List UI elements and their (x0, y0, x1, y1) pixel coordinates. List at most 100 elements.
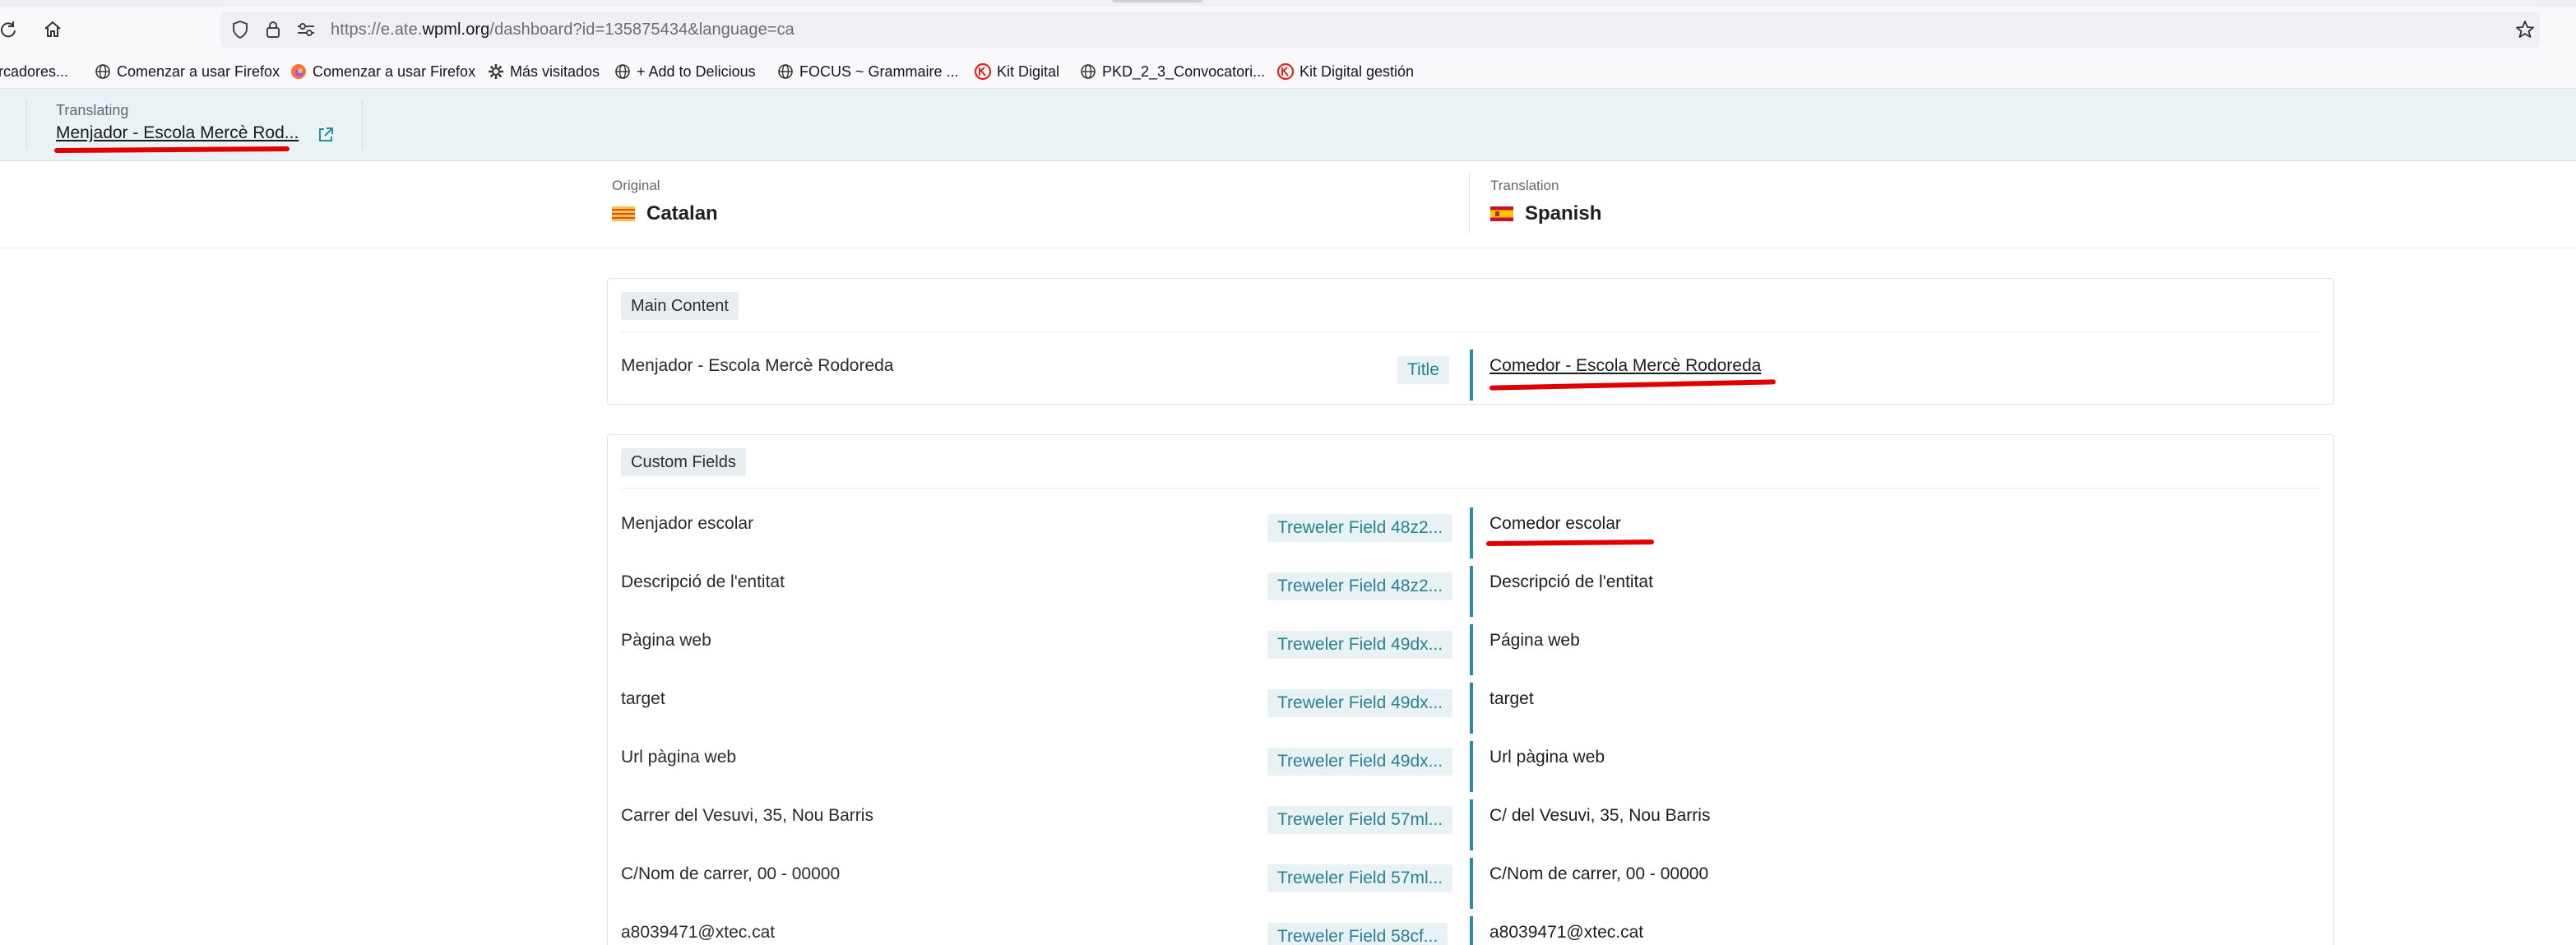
translation-header: Translating Menjador - Escola Mercè Rod.… (0, 89, 2576, 161)
address-bar[interactable]: https://e.ate.wpml.org/dashboard?id=1358… (220, 12, 2540, 48)
catalan-flag-icon (612, 206, 635, 221)
translation-language-name-row: Spanish (1490, 202, 1601, 225)
segment-bar (1470, 566, 1473, 617)
kit-digital-icon (1276, 63, 1295, 81)
target-text[interactable]: Comedor - Escola Mercè Rodoreda (1490, 356, 1761, 376)
segment-bar (1470, 799, 1473, 850)
source-text: Descripció de l'entitat (621, 572, 785, 591)
source-text: Pàgina web (621, 631, 711, 650)
bookmark-item[interactable]: Comenzar a usar Firefox (290, 61, 475, 82)
bookmark-item[interactable]: arcadores... (0, 61, 68, 82)
target-text[interactable]: Comedor escolar (1490, 514, 1621, 534)
red-annotation-underline (1485, 539, 1655, 547)
target-text[interactable]: Url pàgina web (1490, 748, 1605, 767)
reload-icon[interactable] (0, 15, 23, 44)
section-title: Custom Fields (621, 448, 746, 476)
segment-bar (1470, 507, 1473, 558)
browser-toolbar: https://e.ate.wpml.org/dashboard?id=1358… (0, 7, 2576, 53)
browser-tab-strip (0, 0, 2576, 7)
field-type-tag: Title (1397, 356, 1449, 384)
field-type-tag: Treweler Field 49dx... (1267, 689, 1453, 717)
translation-row: a8039471@xtec.cat Treweler Field 58cf...… (608, 916, 2335, 945)
permissions-icon[interactable] (294, 18, 317, 41)
segment-bar (1470, 741, 1473, 792)
source-text: Menjador - Escola Mercè Rodoreda (621, 356, 894, 375)
segment-bar (1470, 350, 1473, 401)
language-divider (1469, 173, 1470, 234)
bookmark-item[interactable]: Kit Digital gestión (1276, 61, 1414, 82)
globe-icon (1079, 63, 1097, 81)
tracking-shield-icon[interactable] (229, 18, 252, 41)
target-text[interactable]: C/Nom de carrer, 00 - 00000 (1490, 864, 1708, 884)
field-type-tag: Treweler Field 57ml... (1267, 864, 1453, 892)
field-type-tag: Treweler Field 49dx... (1267, 748, 1453, 776)
custom-fields-section: Custom Fields Menjador escolar Treweler … (607, 434, 2334, 945)
document-title[interactable]: Menjador - Escola Mercè Rod... (56, 123, 299, 143)
bookmark-item[interactable]: Más visitados (487, 61, 600, 82)
target-text[interactable]: target (1490, 689, 1534, 709)
segment-bar (1470, 916, 1473, 945)
bookmark-star-icon[interactable] (2510, 15, 2540, 44)
header-divider (362, 100, 363, 150)
target-text[interactable]: Descripció de l'entitat (1490, 572, 1653, 592)
language-bar: Original Catalan Translation Spanish (0, 161, 2576, 248)
section-divider (621, 488, 2320, 489)
translation-row: Url pàgina web Treweler Field 49dx... Ur… (608, 741, 2335, 792)
original-language-name-row: Catalan (612, 202, 718, 225)
active-tab-indicator (1112, 0, 1202, 2)
original-label: Original (612, 178, 660, 193)
source-text: Carrer del Vesuvi, 35, Nou Barris (621, 806, 873, 825)
source-text: target (621, 689, 665, 708)
red-annotation-underline (53, 146, 290, 153)
source-text: C/Nom de carrer, 00 - 00000 (621, 864, 841, 883)
translating-label: Translating (56, 102, 129, 118)
main-content-section: Main Content Menjador - Escola Mercè Rod… (607, 278, 2334, 405)
bookmark-item[interactable]: Kit Digital (974, 61, 1059, 82)
bookmark-item[interactable]: Comenzar a usar Firefox (94, 61, 280, 82)
field-type-tag: Treweler Field 57ml... (1267, 806, 1453, 834)
original-language-name: Catalan (646, 202, 718, 225)
header-divider (26, 100, 27, 150)
translation-row: Descripció de l'entitat Treweler Field 4… (608, 566, 2335, 617)
field-type-tag: Treweler Field 48z2... (1267, 514, 1453, 542)
globe-icon (776, 63, 795, 81)
kit-digital-icon (974, 63, 992, 81)
field-type-tag: Treweler Field 49dx... (1267, 631, 1453, 659)
section-title: Main Content (621, 292, 739, 320)
translation-language: Translation Spanish (1490, 178, 1601, 225)
source-text: a8039471@xtec.cat (621, 923, 776, 942)
original-language: Original Catalan (612, 178, 718, 225)
bookmarks-bar: arcadores... Comenzar a usar Firefox Com… (0, 53, 2576, 89)
lock-icon[interactable] (262, 18, 285, 41)
source-text: Url pàgina web (621, 748, 737, 767)
translation-row: target Treweler Field 49dx... target (608, 683, 2335, 734)
section-divider (621, 331, 2320, 332)
translation-row: Pàgina web Treweler Field 49dx... Página… (608, 624, 2335, 675)
segment-bar (1470, 624, 1473, 675)
segment-bar (1470, 858, 1473, 909)
translation-row: Menjador - Escola Mercè Rodoreda Title C… (608, 350, 2335, 401)
red-annotation-underline (1489, 379, 1777, 391)
home-icon[interactable] (38, 15, 67, 44)
segment-bar (1470, 683, 1473, 734)
target-text[interactable]: C/ del Vesuvi, 35, Nou Barris (1490, 806, 1710, 826)
field-type-tag: Treweler Field 58cf... (1267, 923, 1448, 945)
translation-language-name: Spanish (1525, 202, 1602, 225)
url-text[interactable]: https://e.ate.wpml.org/dashboard?id=1358… (331, 21, 795, 39)
globe-icon (614, 63, 632, 81)
external-link-icon[interactable] (314, 123, 337, 146)
target-text[interactable]: Página web (1490, 631, 1580, 651)
source-text: Menjador escolar (621, 514, 754, 533)
target-text[interactable]: a8039471@xtec.cat (1490, 923, 1643, 943)
translation-row: Carrer del Vesuvi, 35, Nou Barris Trewel… (608, 799, 2335, 850)
field-type-tag: Treweler Field 48z2... (1267, 572, 1453, 600)
bookmark-item[interactable]: PKD_2_3_Convocatori... (1079, 61, 1265, 82)
firefox-icon (290, 63, 308, 81)
bookmark-item[interactable]: + Add to Delicious (614, 61, 756, 82)
translation-row: C/Nom de carrer, 00 - 00000 Treweler Fie… (608, 858, 2335, 909)
bookmark-item[interactable]: FOCUS ~ Grammaire ... (776, 61, 959, 82)
translation-row: Menjador escolar Treweler Field 48z2... … (608, 507, 2335, 558)
translation-label: Translation (1490, 178, 1559, 193)
globe-icon (94, 63, 112, 81)
spanish-flag-icon (1490, 206, 1513, 221)
